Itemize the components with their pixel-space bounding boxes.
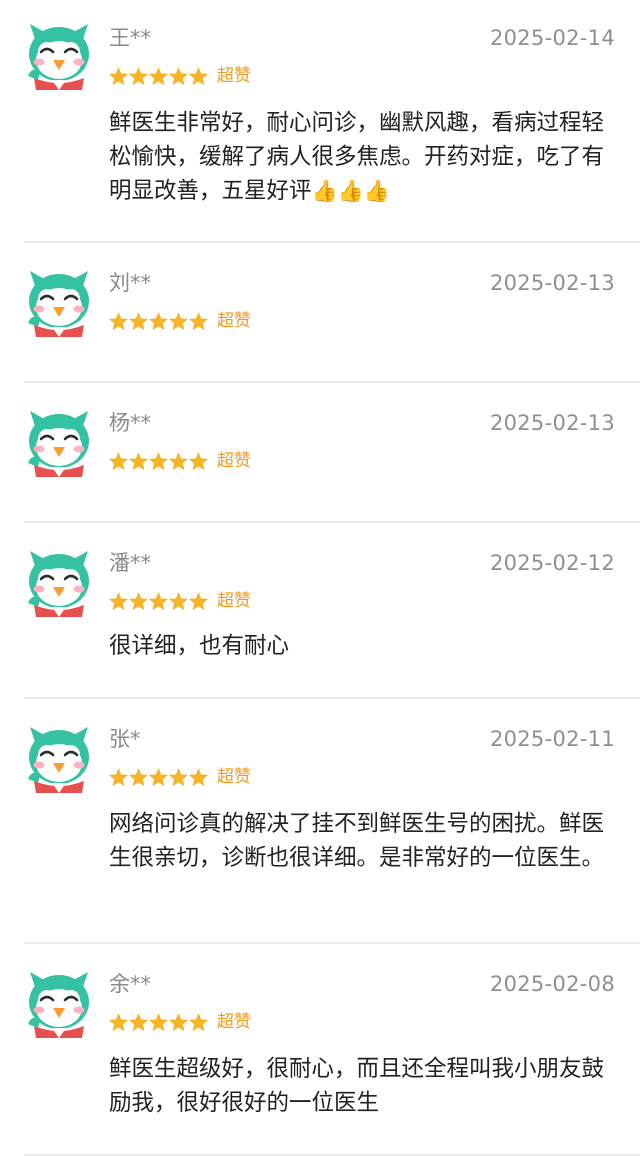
star-icon	[109, 67, 128, 86]
rating-label: 超赞	[217, 311, 251, 331]
rating-label: 超赞	[217, 767, 251, 787]
review-item: 王** 2025-02-14 超赞 鲜医生非常好，耐心问诊，幽默风趣，看病过程轻…	[0, 0, 640, 243]
star-rating: 超赞	[109, 591, 251, 611]
star-rating: 超赞	[109, 1012, 251, 1032]
star-icon	[109, 452, 128, 471]
star-icon	[129, 768, 148, 787]
star-icon	[109, 1013, 128, 1032]
review-date: 2025-02-12	[489, 551, 615, 575]
review-date: 2025-02-13	[489, 411, 615, 435]
star-icon	[169, 67, 188, 86]
rating-label: 超赞	[217, 451, 251, 471]
star-icon	[169, 592, 188, 611]
star-rating: 超赞	[109, 767, 251, 787]
review-text: 鲜医生超级好，很耐心，而且还全程叫我小朋友鼓励我，很好很好的一位医生	[109, 1056, 605, 1116]
bird-avatar-icon	[22, 966, 96, 1040]
bird-avatar-icon	[22, 265, 96, 339]
star-rating: 超赞	[109, 66, 251, 86]
star-icon	[129, 67, 148, 86]
star-icon	[149, 312, 168, 331]
star-icon	[189, 592, 208, 611]
review-item: 杨** 2025-02-13 超赞	[0, 383, 640, 523]
review-item: 张* 2025-02-11 超赞 网络问诊真的解决了挂不到鲜医生号的困扰。鲜医生…	[0, 699, 640, 944]
star-icon	[149, 1013, 168, 1032]
star-icon	[109, 312, 128, 331]
bird-avatar-icon	[22, 721, 96, 795]
star-icon	[189, 312, 208, 331]
thumbs-up-emoji-icon: 👍👍👍	[311, 179, 390, 203]
rating-label: 超赞	[217, 66, 251, 86]
reviewer-name: 王**	[109, 26, 151, 50]
bird-avatar-icon	[22, 545, 96, 619]
bird-avatar-icon	[22, 18, 96, 92]
star-icon	[189, 67, 208, 86]
reviewer-name: 余**	[109, 972, 151, 996]
review-date: 2025-02-11	[489, 727, 615, 751]
star-rating: 超赞	[109, 451, 251, 471]
star-icon	[129, 312, 148, 331]
review-item: 刘** 2025-02-13 超赞	[0, 243, 640, 383]
star-icon	[109, 592, 128, 611]
star-icon	[129, 592, 148, 611]
star-icon	[149, 452, 168, 471]
review-date: 2025-02-14	[489, 26, 615, 50]
star-icon	[129, 1013, 148, 1032]
star-icon	[129, 452, 148, 471]
review-date: 2025-02-13	[489, 271, 615, 295]
review-text: 很详细，也有耐心	[109, 633, 290, 659]
review-text: 网络问诊真的解决了挂不到鲜医生号的困扰。鲜医生很亲切，诊断也很详细。是非常好的一…	[109, 811, 605, 871]
star-icon	[189, 452, 208, 471]
rating-label: 超赞	[217, 1012, 251, 1032]
star-icon	[189, 1013, 208, 1032]
review-item: 余** 2025-02-08 超赞 鲜医生超级好，很耐心，而且还全程叫我小朋友鼓…	[0, 944, 640, 1156]
star-icon	[169, 1013, 188, 1032]
star-icon	[169, 452, 188, 471]
reviewer-name: 张*	[109, 727, 141, 751]
review-date: 2025-02-08	[489, 972, 615, 996]
star-icon	[149, 592, 168, 611]
star-icon	[169, 312, 188, 331]
review-list: 王** 2025-02-14 超赞 鲜医生非常好，耐心问诊，幽默风趣，看病过程轻…	[0, 0, 640, 1156]
star-icon	[189, 768, 208, 787]
bird-avatar-icon	[22, 405, 96, 479]
star-icon	[149, 768, 168, 787]
rating-label: 超赞	[217, 591, 251, 611]
review-item: 潘** 2025-02-12 超赞 很详细，也有耐心	[0, 523, 640, 699]
reviewer-name: 潘**	[109, 551, 151, 575]
reviewer-name: 杨**	[109, 411, 151, 435]
star-icon	[149, 67, 168, 86]
star-icon	[109, 768, 128, 787]
review-text: 鲜医生非常好，耐心问诊，幽默风趣，看病过程轻松愉快，缓解了病人很多焦虑。开药对症…	[109, 106, 614, 208]
star-icon	[169, 768, 188, 787]
reviewer-name: 刘**	[109, 271, 151, 295]
star-rating: 超赞	[109, 311, 251, 331]
